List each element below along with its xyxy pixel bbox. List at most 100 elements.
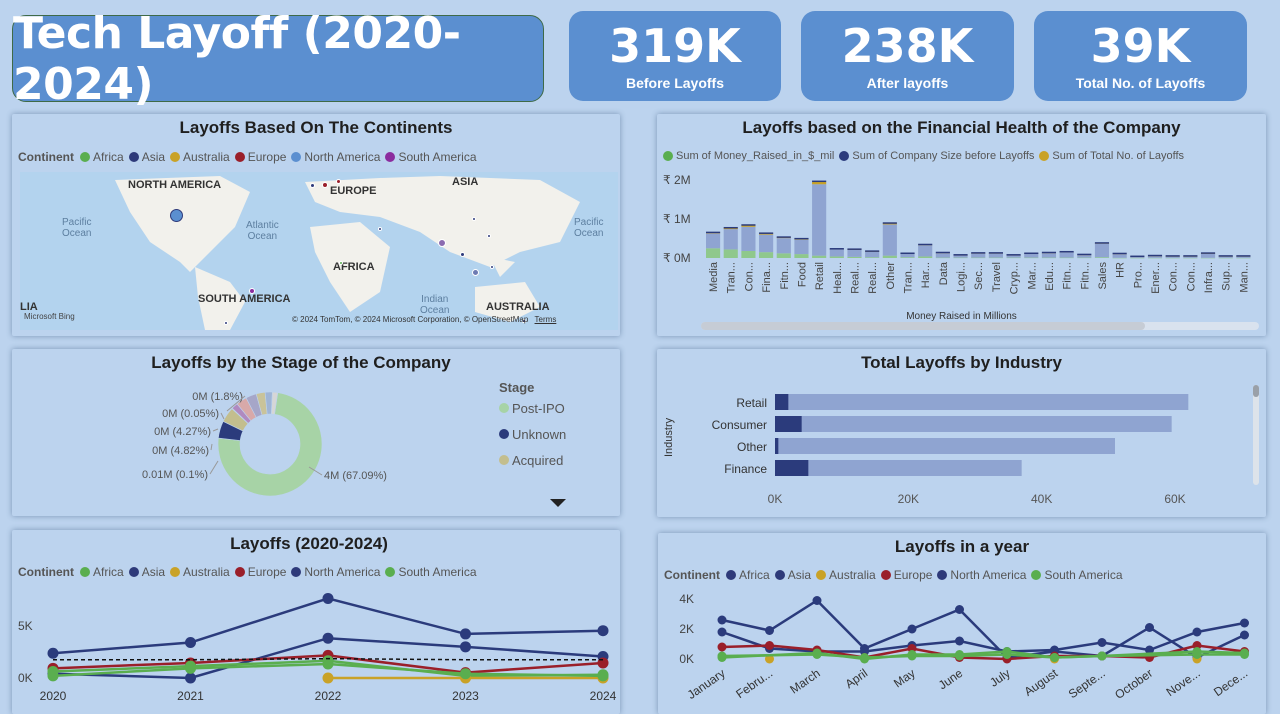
y-tick-label: Retail [736, 396, 767, 410]
map-bubble[interactable] [472, 269, 479, 276]
bar-segment [865, 251, 880, 258]
map-label-north-america: NORTH AMERICA [128, 179, 222, 191]
continents-map-panel[interactable]: Layoffs Based On The Continents Continen… [12, 114, 620, 336]
data-point [907, 624, 917, 634]
bar-segment [1200, 257, 1216, 259]
map-bubble[interactable] [438, 239, 446, 247]
kpi-card-total-layoffs[interactable]: 39K Total No. of Layoffs [1034, 11, 1247, 101]
x-tick-label: May [891, 666, 918, 690]
map-bubble[interactable] [378, 227, 382, 231]
y-tick-label: Finance [724, 462, 767, 476]
yearly-line-chart: 0K 2K 4K January Febru... March April May June Ju… [679, 592, 1250, 702]
bar-cap [1200, 252, 1216, 254]
slice-label: 0M (4.82%) [152, 445, 209, 457]
bar-dark [775, 416, 802, 432]
kpi-card-before-layoffs[interactable]: 319K Before Layoffs [569, 11, 781, 101]
x-tick-label: January [685, 666, 728, 702]
bar-segment [935, 252, 950, 258]
legend-item-unknown[interactable]: Unknown [499, 427, 566, 442]
x-tick-label: Man... [1238, 262, 1250, 293]
data-point [717, 642, 727, 652]
map-bubble-africa[interactable] [339, 261, 343, 265]
bar-segment [1077, 257, 1092, 259]
bar-segment [1059, 252, 1074, 258]
map-bubble[interactable] [310, 183, 315, 188]
data-point [1097, 651, 1107, 661]
x-tick-label: July [987, 666, 1013, 690]
financial-health-panel[interactable]: Layoffs based on the Financial Health of… [657, 114, 1266, 336]
leader-line [220, 412, 225, 420]
data-point [1145, 623, 1154, 632]
dashboard-title-box: Tech Layoff (2020-2024) [12, 8, 544, 110]
scrollbar-thumb[interactable] [701, 322, 1145, 330]
x-tick-label: Data [938, 261, 950, 285]
bar-cap [812, 180, 827, 183]
data-point [812, 596, 822, 605]
legend-item-acquired[interactable]: Acquired [499, 453, 563, 468]
legend-item-australia[interactable]: Australia [170, 150, 230, 164]
map-bubble[interactable] [490, 265, 494, 269]
yearly-panel[interactable]: Layoffs in a year Continent Africa Asia … [658, 533, 1266, 714]
kpi-card-after-layoffs[interactable]: 238K After layoffs [801, 11, 1014, 101]
x-tick-label: Real... [867, 262, 879, 294]
legend-item-europe[interactable]: Europe [234, 150, 286, 164]
bar-cap [1024, 252, 1039, 255]
bar-segment [812, 255, 827, 258]
bar-cap [759, 232, 774, 234]
x-tick-label: 2020 [40, 689, 67, 703]
map-bubble[interactable] [472, 217, 476, 221]
data-point [717, 651, 727, 661]
data-point [322, 672, 334, 684]
x-tick-label: 20K [898, 492, 919, 506]
data-point [460, 641, 471, 653]
data-point [860, 653, 869, 662]
bar-segment [1147, 257, 1163, 259]
map-bubble[interactable] [487, 234, 491, 238]
data-point [765, 641, 774, 650]
bar-cap [1165, 255, 1180, 257]
data-point [1240, 630, 1249, 640]
map-legend: Continent Africa Asia Australia Europe N… [18, 150, 482, 164]
x-axis-title: Money Raised in Millions [906, 311, 1017, 322]
map-bubble[interactable] [224, 321, 228, 325]
x-tick-label: Media [708, 261, 720, 292]
map-bubble-south-america[interactable] [249, 288, 255, 294]
map-bubble-north-america[interactable] [170, 209, 183, 222]
legend-item-asia[interactable]: Asia [128, 150, 165, 164]
bar-total [775, 416, 1172, 432]
map-label-asia: ASIA [452, 176, 479, 188]
map-terms-link[interactable]: Terms [535, 315, 557, 324]
industry-panel[interactable]: Total Layoffs by Industry Industry 0K 20K 4… [657, 349, 1266, 517]
x-tick-label: August [1022, 666, 1061, 699]
data-point [597, 670, 609, 682]
x-tick-label: Sales [1097, 262, 1109, 290]
legend-item-post-ipo[interactable]: Post-IPO [499, 401, 565, 416]
map-bubble[interactable] [336, 179, 341, 184]
legend-title: Continent [18, 150, 74, 164]
panel-title: Layoffs Based On The Continents [179, 118, 453, 137]
data-point [185, 662, 196, 674]
x-tick-label: Pro... [1132, 262, 1144, 288]
legend-item-north-america[interactable]: North America [291, 150, 380, 164]
legend-item-south-america[interactable]: South America [385, 150, 477, 164]
legend-item-africa[interactable]: Africa [80, 150, 124, 164]
chevron-down-icon[interactable] [550, 499, 566, 509]
scrollbar-thumb[interactable] [1253, 385, 1259, 397]
trend-panel[interactable]: Layoffs (2020-2024) Continent Africa Asi… [12, 530, 620, 714]
x-tick-label: Edu... [1044, 262, 1056, 291]
data-point [460, 628, 471, 640]
vertical-scrollbar[interactable] [1253, 385, 1259, 485]
y-tick-label: ₹ 2M [663, 173, 691, 187]
map-bubble[interactable] [322, 182, 328, 188]
bar-segment [1059, 257, 1074, 259]
data-point [47, 670, 59, 682]
world-map[interactable]: NORTH AMERICA EUROPE ASIA AFRICA SOUTH A… [20, 172, 618, 330]
data-point [812, 650, 822, 659]
x-tick-label: Fina... [761, 262, 773, 293]
bar-segment [953, 257, 968, 259]
stage-panel[interactable]: Layoffs by the Stage of the Company 0M (… [12, 349, 620, 516]
horizontal-scrollbar[interactable] [701, 322, 1259, 330]
map-bubble[interactable] [460, 252, 465, 257]
slice-label: 0.01M (0.1%) [142, 469, 208, 481]
x-tick-label: Sup... [1221, 262, 1233, 291]
